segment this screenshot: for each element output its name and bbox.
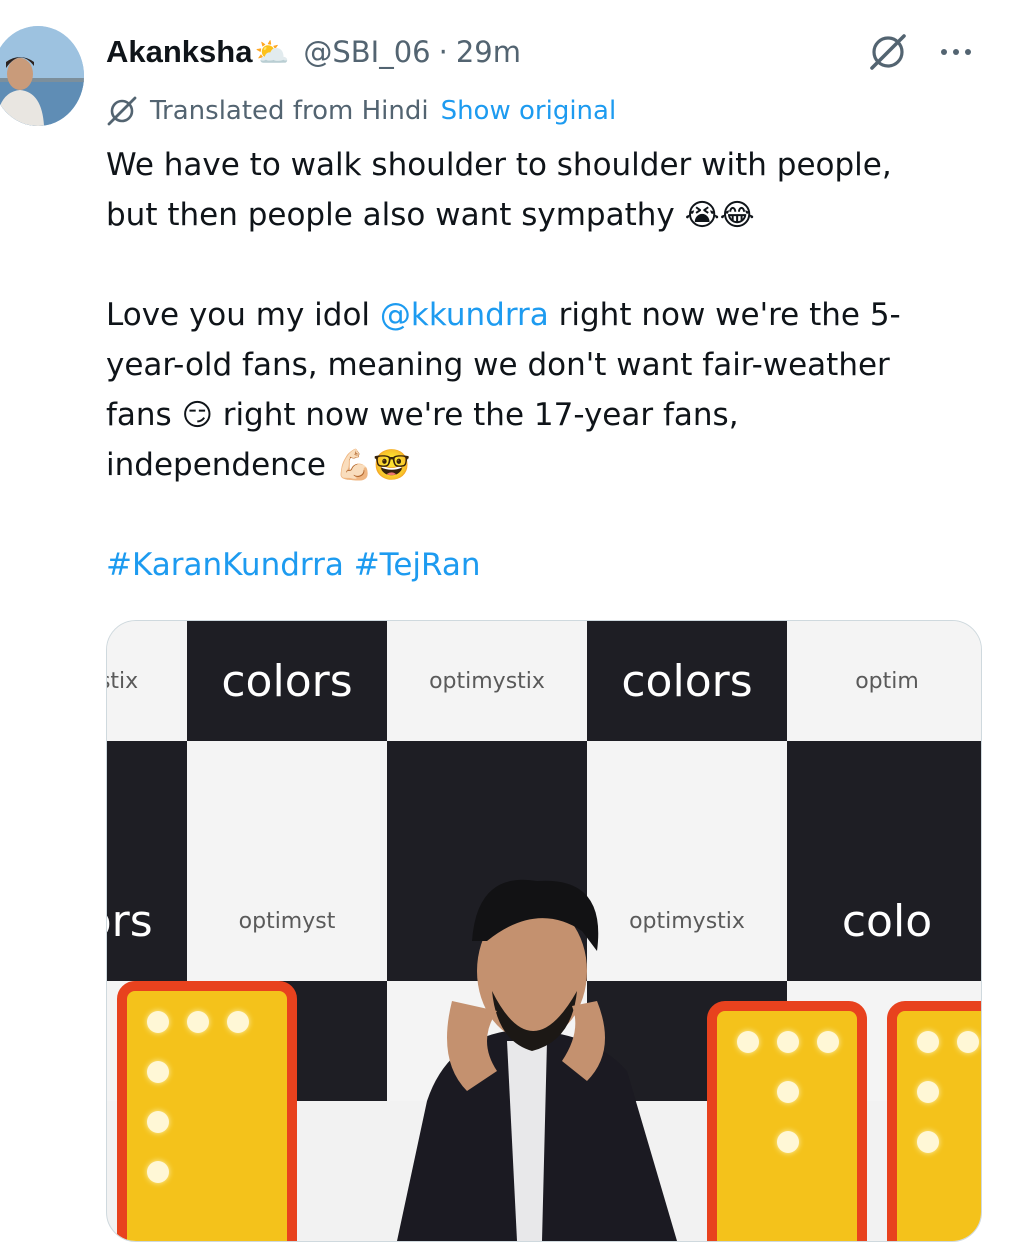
author-handle[interactable]: @SBI_06 bbox=[303, 35, 430, 69]
muscle-nerd-emoji-icon: 💪🏻🤓 bbox=[335, 448, 411, 483]
marquee-bulb bbox=[777, 1131, 799, 1153]
backdrop-panel bbox=[107, 741, 187, 861]
tweet-line-text: fans bbox=[106, 397, 182, 433]
author-name[interactable]: Akanksha bbox=[106, 34, 252, 70]
marquee-sign bbox=[707, 1001, 867, 1241]
more-options-button[interactable] bbox=[934, 34, 978, 70]
tweet-line-text: right now we're the 17-year fans, bbox=[212, 397, 739, 433]
tweet-line: but then people also want sympathy 😭😂 bbox=[106, 190, 1006, 240]
tweet-header: Akanksha ⛅ @SBI_06 · 29m bbox=[106, 30, 521, 74]
tweet-line-text: right now we're the 5- bbox=[548, 297, 901, 333]
backdrop-logo-colors: colors bbox=[187, 621, 387, 741]
tweet-line: We have to walk shoulder to shoulder wit… bbox=[106, 147, 892, 183]
person-figure bbox=[397, 879, 677, 1241]
marquee-bulb bbox=[777, 1031, 799, 1053]
marquee-bulb bbox=[917, 1031, 939, 1053]
tweet-line: fans 😏 right now we're the 17-year fans, bbox=[106, 390, 1006, 440]
more-icon bbox=[941, 49, 947, 55]
marquee-bulb bbox=[817, 1031, 839, 1053]
more-icon-dot bbox=[965, 49, 971, 55]
marquee-bulb bbox=[917, 1081, 939, 1103]
tweet-media-video[interactable]: ptimystix colors optimystix colors optim… bbox=[106, 620, 982, 1242]
tweet-line-text: independence bbox=[106, 447, 336, 483]
marquee-bulb bbox=[737, 1031, 759, 1053]
tweet-line: year-old fans, meaning we don't want fai… bbox=[106, 347, 890, 383]
backdrop-logo-colors: colors bbox=[587, 621, 787, 741]
marquee-bulb bbox=[187, 1011, 209, 1033]
crying-laughing-emoji-icon: 😭😂 bbox=[684, 198, 755, 233]
marquee-sign bbox=[887, 1001, 981, 1241]
tweet-line-text: but then people also want sympathy bbox=[106, 197, 685, 233]
backdrop-logo-colors: colo bbox=[787, 861, 981, 981]
more-icon-dot bbox=[953, 49, 959, 55]
avatar-photo bbox=[0, 26, 84, 126]
hashtags-link[interactable]: #KaranKundrra #TejRan bbox=[106, 540, 1006, 590]
marquee-bulb bbox=[917, 1131, 939, 1153]
tweet-timestamp[interactable]: 29m bbox=[456, 35, 521, 69]
marquee-bulb bbox=[147, 1161, 169, 1183]
marquee-sign bbox=[117, 981, 297, 1241]
avatar[interactable] bbox=[0, 26, 84, 126]
marquee-bulb bbox=[777, 1081, 799, 1103]
backdrop-logo-optimystix: optimystix bbox=[387, 621, 587, 741]
translated-from-label: Translated from Hindi bbox=[150, 96, 429, 126]
show-original-link[interactable]: Show original bbox=[441, 96, 617, 126]
marquee-bulb bbox=[957, 1031, 979, 1053]
backdrop-logo-optimystix: optim bbox=[787, 621, 981, 741]
marquee-bulb bbox=[147, 1011, 169, 1033]
backdrop-panel bbox=[787, 741, 981, 861]
backdrop-logo-colors: colors bbox=[107, 861, 187, 981]
translation-notice: Translated from Hindi Show original bbox=[106, 92, 616, 130]
marquee-bulb bbox=[147, 1111, 169, 1133]
mention-link[interactable]: @kkundrra bbox=[380, 297, 549, 333]
grok-button[interactable] bbox=[866, 30, 910, 74]
tweet-line: Love you my idol @kkundrra right now we'… bbox=[106, 290, 1006, 340]
tweet-text: We have to walk shoulder to shoulder wit… bbox=[106, 140, 1006, 590]
weather-emoji-icon: ⛅ bbox=[254, 35, 290, 69]
separator-dot: · bbox=[438, 35, 448, 69]
tweet-line-text: Love you my idol bbox=[106, 297, 380, 333]
marquee-bulb bbox=[227, 1011, 249, 1033]
smirk-emoji-icon: 😏 bbox=[181, 398, 213, 433]
marquee-bulb bbox=[147, 1061, 169, 1083]
grok-icon bbox=[870, 34, 906, 70]
tweet-line: independence 💪🏻🤓 bbox=[106, 440, 1006, 490]
backdrop-logo-optimystix: ptimystix bbox=[107, 621, 187, 741]
translate-icon bbox=[107, 96, 137, 126]
